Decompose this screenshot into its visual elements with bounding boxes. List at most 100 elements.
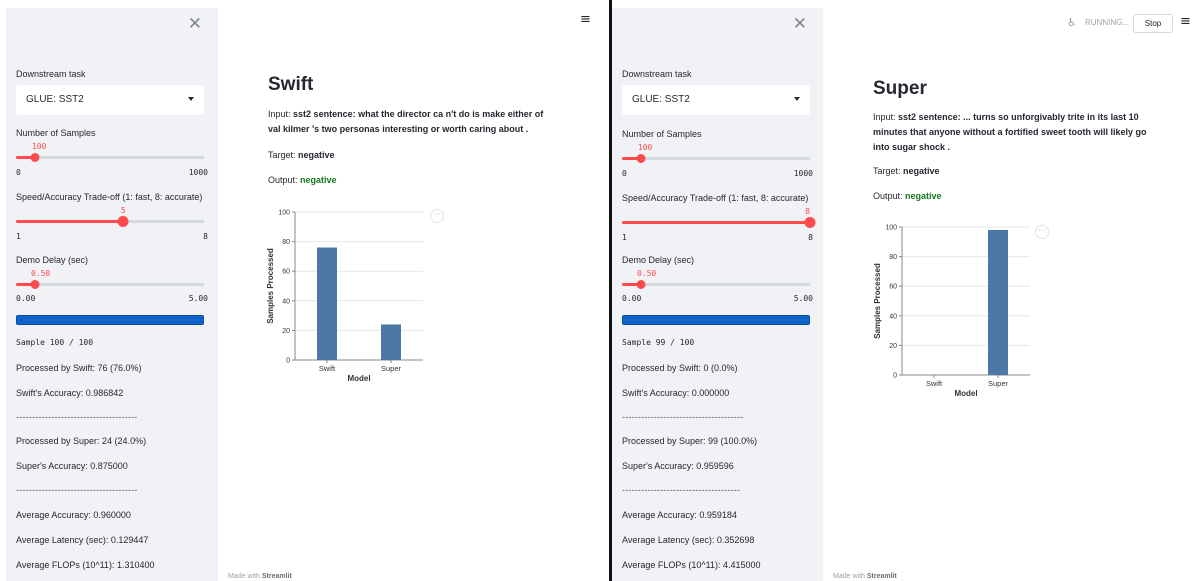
sidebar: ✕ Downstream task GLUE: SST2 Number of S… [612,8,823,581]
tradeoff-label: Speed/Accuracy Trade-off (1: fast, 8: ac… [16,192,203,202]
number-of-samples-label: Number of Samples [16,128,96,138]
average-accuracy: Average Accuracy: 0.960000 [16,510,131,520]
sample-counter: Sample 100 / 100 [16,338,94,347]
tradeoff-label: Speed/Accuracy Trade-off (1: fast, 8: ac… [622,193,809,203]
slider-max: 5.00 [793,294,813,303]
bar [381,324,401,360]
y-tick-label: 20 [889,343,897,350]
y-axis-label: Samples Processed [873,263,882,339]
made-with-streamlit: Made with Streamlit [228,573,292,580]
swift-accuracy: Swift's Accuracy: 0.000000 [622,388,730,398]
output-text: Output: negative [873,189,942,204]
x-tick-label: Super [381,364,402,373]
slider-thumb[interactable] [636,154,646,163]
demo-delay-slider[interactable]: 0.50 [622,269,810,299]
y-tick-label: 0 [893,373,897,380]
y-tick-label: 100 [278,210,290,217]
sidebar: ✕ Downstream task GLUE: SST2 Number of S… [6,8,218,581]
demo-delay-label: Demo Delay (sec) [16,255,89,265]
downstream-task-select[interactable]: GLUE: SST2 [16,85,204,115]
input-text: Input: sst2 sentence: what the director … [268,107,553,137]
average-flops: Average FLOPs (10^11): 1.310400 [16,560,155,570]
streamlit-brand[interactable]: Streamlit [867,573,897,580]
y-tick-label: 40 [889,313,897,320]
divider-line: -------------------------------------- [16,412,138,422]
stop-button[interactable]: Stop [1133,14,1173,33]
downstream-task-value: GLUE: SST2 [26,94,84,105]
slider-thumb[interactable] [804,217,816,228]
y-tick-label: 100 [885,225,897,232]
slider-value: 100 [31,142,47,151]
slider-thumb[interactable] [30,280,40,289]
input-label: Input: [873,112,896,122]
y-tick-label: 60 [889,284,897,291]
target-text: Target: negative [268,148,335,163]
slider-track [16,156,204,159]
bar [988,229,1008,375]
processed-by-swift: Processed by Swift: 76 (76.0%) [16,363,142,373]
output-value: negative [905,191,942,201]
slider-track [622,283,810,286]
downstream-task-select[interactable]: GLUE: SST2 [622,85,810,115]
chart-more-options-icon[interactable]: ··· [1035,225,1049,239]
demo-delay-label: Demo Delay (sec) [622,255,695,265]
y-tick-label: 60 [282,269,290,276]
slider-max: 1000 [793,169,813,178]
x-tick-label: Super [988,379,1009,388]
made-with-streamlit: Made with Streamlit [833,573,897,580]
target-value: negative [903,166,940,176]
downstream-task-label: Downstream task [622,69,692,79]
slider-thumb[interactable] [117,216,129,227]
average-latency: Average Latency (sec): 0.129447 [16,535,149,545]
processed-by-super: Processed by Super: 24 (24.0%) [16,436,147,446]
input-sentence: sst2 sentence: what the director ca n't … [268,109,544,134]
page-title: Super [873,78,927,99]
average-flops: Average FLOPs (10^11): 4.415000 [622,560,761,570]
progress-bar [622,315,810,325]
processed-by-super: Processed by Super: 99 (100.0%) [622,436,758,446]
target-label: Target: [268,150,296,160]
made-with-text: Made with [833,573,867,580]
tradeoff-slider[interactable]: 5 [16,206,204,236]
input-label: Input: [268,109,291,119]
chart-more-options-icon[interactable]: ··· [430,209,444,223]
divider-line: ------------------------------------- [622,485,741,495]
close-sidebar-icon[interactable]: ✕ [188,14,202,34]
output-text: Output: negative [268,173,337,188]
y-tick-label: 20 [282,328,290,335]
slider-value: 100 [637,143,653,152]
slider-min: 0.00 [622,294,642,303]
slider-max: 5.00 [188,294,208,303]
hamburger-menu-icon[interactable]: ≡ [580,12,591,27]
right-app-window: ✕ Downstream task GLUE: SST2 Number of S… [612,0,1200,581]
y-tick-label: 80 [282,239,290,246]
main-content: ≡ Swift Input: sst2 sentence: what the d… [218,0,609,581]
number-of-samples-slider[interactable]: 100 [622,143,810,173]
slider-value: 8 [805,207,810,216]
hamburger-menu-icon[interactable]: ≡ [1180,14,1191,29]
running-man-icon: ♿ [1067,16,1077,29]
slider-thumb[interactable] [636,280,646,289]
slider-max: 8 [808,233,813,242]
divider-line: -------------------------------------- [16,485,138,495]
progress-fill [17,316,203,324]
made-with-text: Made with [228,573,262,580]
slider-value: 5 [120,206,126,215]
close-sidebar-icon[interactable]: ✕ [793,14,807,34]
target-value: negative [298,150,335,160]
tradeoff-slider[interactable]: 8 [622,207,816,237]
slider-thumb[interactable] [30,153,40,162]
number-of-samples-label: Number of Samples [622,129,702,139]
samples-processed-chart: 0 20 40 60 80 100 Swift Super Model Samples Proce… [873,225,1030,398]
sample-counter: Sample 99 / 100 [622,338,695,347]
slider-min: 0 [16,168,21,177]
streamlit-brand[interactable]: Streamlit [262,573,292,580]
target-label: Target: [873,166,901,176]
number-of-samples-slider[interactable]: 100 [16,142,204,172]
y-tick-label: 80 [889,254,897,261]
y-axis-label: Samples Processed [266,248,275,324]
downstream-task-label: Downstream task [16,69,86,79]
target-text: Target: negative [873,164,940,179]
demo-delay-slider[interactable]: 0.50 [16,269,204,299]
progress-bar [16,315,204,325]
